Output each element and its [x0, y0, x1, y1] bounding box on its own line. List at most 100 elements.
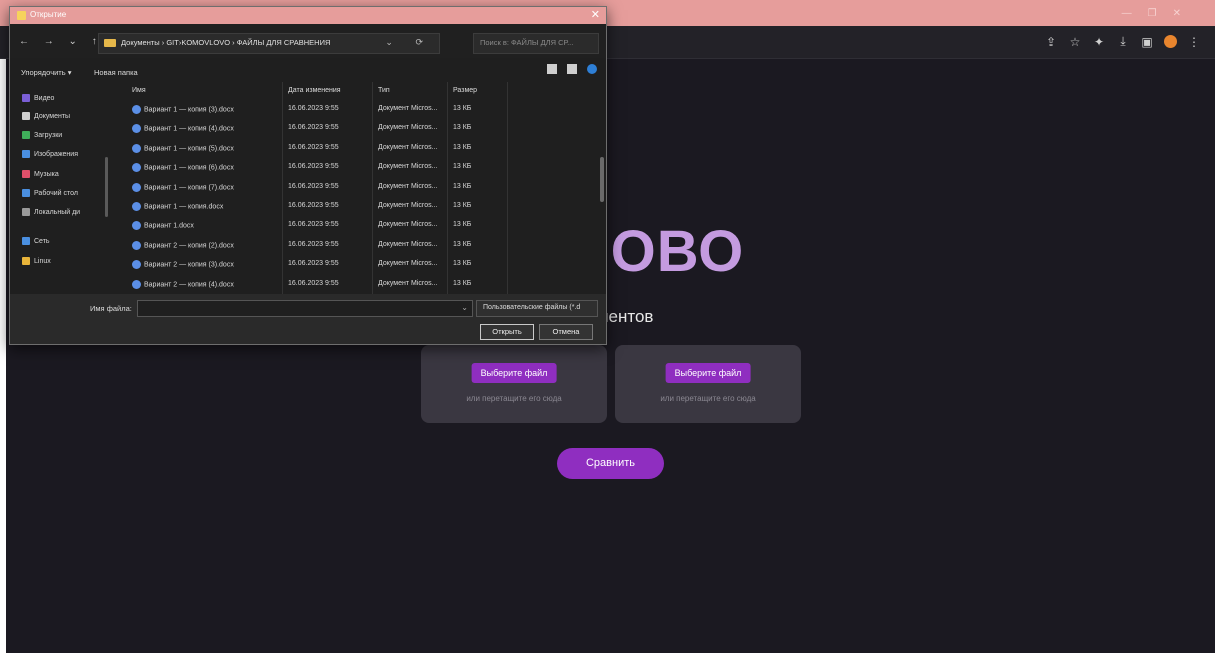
- drop-zone-1[interactable]: Выберите файл или перетащите его сюда: [421, 345, 607, 423]
- file-type: Документ Micros...: [378, 260, 438, 268]
- window-controls[interactable]: —❐✕: [1122, 8, 1197, 19]
- file-date: 16.06.2023 9:55: [288, 202, 339, 209]
- column-date[interactable]: Дата изменения: [288, 87, 341, 94]
- file-row[interactable]: Вариант 1 — копия (6).docx 16.06.2023 9:5…: [110, 158, 510, 177]
- search-input[interactable]: Поиск в: ФАЙЛЫ ДЛЯ СР...: [473, 33, 599, 54]
- file-row[interactable]: Вариант 2 — копия (4).docx 16.06.2023 9:5…: [110, 275, 510, 294]
- new-folder-button[interactable]: Новая папка: [94, 68, 138, 77]
- sidebar-item[interactable]: Видео: [22, 94, 54, 106]
- file-row[interactable]: Вариант 1.docx 16.06.2023 9:55 Документ Mi…: [110, 216, 510, 235]
- view-mode-icon[interactable]: [547, 64, 557, 74]
- word-file-icon: [132, 221, 141, 231]
- filename-input[interactable]: ⌄: [137, 300, 473, 317]
- file-name: Вариант 1 — копия (7).docx: [132, 182, 234, 192]
- sidebar-item-label: Загрузки: [34, 131, 63, 139]
- drop-zone-2[interactable]: Выберите файл или перетащите его сюда: [615, 345, 801, 423]
- file-type: Документ Micros...: [378, 105, 438, 112]
- file-row[interactable]: Вариант 2 — копия (2).docx 16.06.2023 9:5…: [110, 236, 510, 255]
- column-size[interactable]: Размер: [453, 87, 477, 94]
- file-type-select[interactable]: Пользовательские файлы (*.d: [476, 300, 598, 317]
- file-name: Вариант 2 — копия (4).docx: [132, 279, 234, 289]
- sidebar-item[interactable]: Сеть: [22, 237, 50, 249]
- file-name-text: Вариант 1 — копия.docx: [144, 203, 224, 211]
- file-name-text: Вариант 1 — копия (6).docx: [144, 164, 234, 172]
- cancel-button[interactable]: Отмена: [539, 324, 593, 340]
- file-name: Вариант 1 — копия (5).docx: [132, 143, 234, 153]
- file-date: 16.06.2023 9:55: [288, 163, 339, 171]
- file-size: 13 КБ: [453, 124, 472, 132]
- file-row[interactable]: Вариант 1 — копия (3).docx 16.06.2023 9:5…: [110, 100, 510, 119]
- file-type: Документ Micros...: [378, 279, 438, 287]
- help-icon[interactable]: [587, 64, 597, 74]
- file-name-text: Вариант 1.docx: [144, 222, 194, 230]
- sidebar-item[interactable]: Рабочий стол: [22, 189, 78, 201]
- choose-file-button-2[interactable]: Выберите файл: [665, 363, 751, 383]
- file-type: Документ Micros...: [378, 221, 438, 229]
- sidebar-scrollbar[interactable]: [105, 157, 108, 217]
- refresh-icon[interactable]: ⌄ ⟳: [385, 37, 433, 48]
- file-name: Вариант 2 — копия (2).docx: [132, 240, 234, 250]
- file-name-text: Вариант 1 — копия (5).docx: [144, 145, 234, 153]
- chevron-down-icon[interactable]: ⌄: [461, 303, 468, 312]
- sidebar-item-label: Музыка: [34, 170, 59, 178]
- folder-icon: [22, 257, 30, 265]
- file-row[interactable]: Вариант 1 — копия.docx 16.06.2023 9:55 Док…: [110, 197, 510, 216]
- close-window-button[interactable]: ✕: [1173, 8, 1197, 19]
- choose-file-button-1[interactable]: Выберите файл: [471, 363, 557, 383]
- nav-arrows[interactable]: ← → ⌄ ↑: [19, 36, 103, 47]
- drop-hint-1: или перетащите его сюда: [466, 394, 562, 403]
- dialog-navbar: ← → ⌄ ↑ Документы › GIT›KOMOVLOVO › ФАЙЛ…: [10, 24, 606, 58]
- column-name[interactable]: Имя: [132, 87, 146, 94]
- sidebar-item[interactable]: Локальный ди: [22, 208, 80, 220]
- share-icon[interactable]: ⇪: [1044, 35, 1058, 49]
- file-row[interactable]: Вариант 1 — копия (4).docx 16.06.2023 9:5…: [110, 119, 510, 138]
- word-file-icon: [132, 279, 141, 289]
- star-icon[interactable]: ☆: [1068, 35, 1082, 49]
- file-date: 16.06.2023 9:55: [288, 182, 339, 190]
- file-size: 13 КБ: [453, 279, 472, 287]
- word-file-icon: [132, 105, 141, 114]
- compare-button[interactable]: Сравнить: [557, 448, 664, 479]
- file-size: 13 КБ: [453, 163, 472, 171]
- word-file-icon: [132, 182, 141, 192]
- maximize-button[interactable]: ❐: [1148, 8, 1173, 19]
- more-icon[interactable]: ⋮: [1187, 35, 1201, 49]
- sidebar-item[interactable]: Изображения: [22, 150, 78, 162]
- close-icon[interactable]: ✕: [591, 8, 600, 21]
- word-file-icon: [132, 143, 141, 153]
- puzzle-icon[interactable]: ✦: [1092, 35, 1106, 49]
- open-button[interactable]: Открыть: [480, 324, 534, 340]
- file-name: Вариант 1 — копия (3).docx: [132, 105, 234, 114]
- file-date: 16.06.2023 9:55: [288, 105, 339, 112]
- preview-pane-icon[interactable]: [567, 64, 577, 74]
- folder-icon: [22, 237, 30, 245]
- file-type: Документ Micros...: [378, 182, 438, 190]
- file-size: 13 КБ: [453, 260, 472, 268]
- file-row[interactable]: Вариант 1 — копия (7).docx 16.06.2023 9:5…: [110, 178, 510, 197]
- sidebar-item[interactable]: Загрузки: [22, 131, 62, 143]
- dialog-footer: Имя файла: ⌄ Пользовательские файлы (*.d…: [10, 294, 606, 344]
- file-row[interactable]: Вариант 2 — копия (3).docx 16.06.2023 9:5…: [110, 255, 510, 274]
- file-row[interactable]: Вариант 1 — копия (5).docx 16.06.2023 9:5…: [110, 139, 510, 158]
- column-type[interactable]: Тип: [378, 87, 390, 94]
- file-name: Вариант 2 — копия (3).docx: [132, 260, 234, 270]
- organize-button[interactable]: Упорядочить ▾: [21, 68, 71, 77]
- minimize-button[interactable]: —: [1122, 8, 1148, 19]
- list-scrollbar[interactable]: [600, 157, 604, 202]
- word-file-icon: [132, 260, 141, 270]
- folder-icon: [104, 39, 116, 47]
- sidebar-item[interactable]: Документы: [22, 112, 70, 124]
- file-name-text: Вариант 1 — копия (3).docx: [144, 106, 234, 114]
- file-name-text: Вариант 2 — копия (4).docx: [144, 280, 234, 288]
- list-header: Имя Дата изменения Тип Размер: [110, 82, 600, 100]
- word-file-icon: [132, 124, 141, 134]
- download-icon[interactable]: ⤓: [1116, 34, 1130, 49]
- sidebar-icon[interactable]: ▣: [1140, 35, 1154, 49]
- profile-avatar[interactable]: [1164, 35, 1177, 48]
- search-placeholder: Поиск в: ФАЙЛЫ ДЛЯ СР...: [480, 38, 574, 47]
- breadcrumb[interactable]: Документы › GIT›KOMOVLOVO › ФАЙЛЫ ДЛЯ СР…: [121, 38, 330, 47]
- sidebar-item[interactable]: Linux: [22, 257, 51, 269]
- drop-hint-2: или перетащите его сюда: [660, 394, 756, 403]
- sidebar-item[interactable]: Музыка: [22, 170, 59, 182]
- address-bar[interactable]: Документы › GIT›KOMOVLOVO › ФАЙЛЫ ДЛЯ СР…: [98, 33, 440, 54]
